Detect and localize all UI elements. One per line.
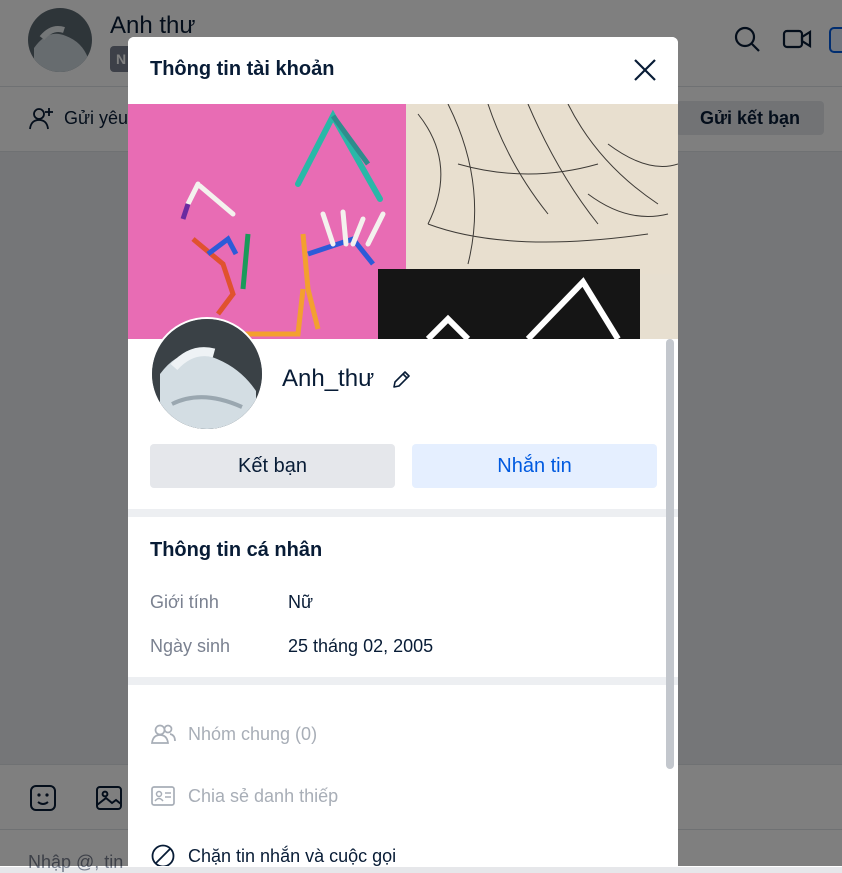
group-icon	[151, 724, 176, 744]
block-icon	[151, 844, 175, 866]
profile-actions: Nhóm chung (0) Chia sẻ danh thiếp Chặn t…	[128, 685, 678, 866]
section-divider	[128, 677, 678, 685]
account-info-modal: Thông tin tài khoản Anh_thư Kết bạn Nhắn…	[128, 37, 678, 866]
modal-title: Thông tin tài khoản	[150, 58, 335, 80]
gender-label: Giới tính	[150, 592, 219, 612]
section-divider	[128, 509, 678, 517]
profile-name: Anh_thư	[282, 365, 375, 392]
close-icon[interactable]	[626, 51, 664, 89]
personal-info-title: Thông tin cá nhân	[150, 539, 323, 561]
contact-card-icon	[151, 786, 175, 806]
mutual-groups-item[interactable]: Nhóm chung (0)	[150, 721, 317, 747]
block-label: Chặn tin nhắn và cuộc gọi	[188, 845, 397, 866]
profile-section: Anh_thư Kết bạn Nhắn tin	[128, 317, 678, 509]
birthday-value: 25 tháng 02, 2005	[288, 636, 434, 656]
mutual-groups-label: Nhóm chung (0)	[188, 723, 318, 744]
block-item[interactable]: Chặn tin nhắn và cuộc gọi	[150, 843, 396, 866]
edit-pencil-icon[interactable]	[390, 369, 412, 391]
birthday-label: Ngày sinh	[150, 636, 231, 656]
share-card-item[interactable]: Chia sẻ danh thiếp	[150, 783, 338, 809]
share-card-label: Chia sẻ danh thiếp	[188, 785, 339, 806]
profile-avatar[interactable]	[150, 317, 264, 431]
gender-value: Nữ	[288, 592, 314, 612]
modal-scrollbar[interactable]	[666, 339, 674, 769]
personal-info-section: Thông tin cá nhân Giới tính Nữ Ngày sinh…	[128, 517, 678, 677]
add-friend-button[interactable]: Kết bạn	[150, 444, 395, 488]
modal-header: Thông tin tài khoản	[128, 37, 678, 104]
cover-photo	[128, 104, 678, 339]
message-button[interactable]: Nhắn tin	[412, 444, 657, 488]
